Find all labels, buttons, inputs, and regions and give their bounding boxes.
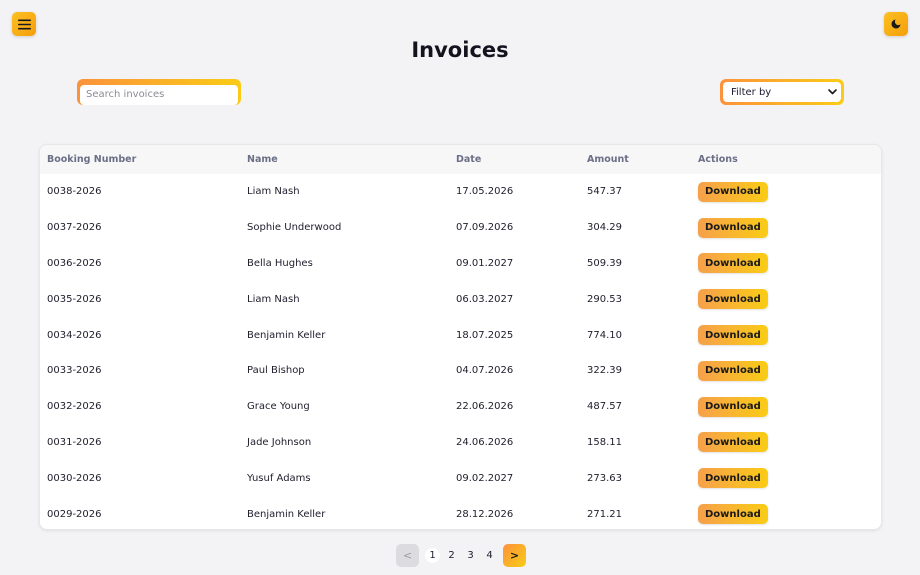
name-cell: Grace Young: [247, 401, 310, 413]
date-cell: 17.05.2026: [456, 186, 514, 198]
amount-cell: 273.63: [587, 472, 622, 484]
date-cell: 09.01.2027: [456, 257, 514, 269]
download-button[interactable]: Download: [698, 396, 768, 417]
date-cell: 18.07.2025: [456, 329, 514, 341]
booking-number-cell: 0030-2026: [47, 472, 102, 484]
date-cell: 24.06.2026: [456, 436, 514, 448]
table-row: 0036-2026 Bella Hughes 09.01.2027 509.39…: [40, 246, 881, 282]
booking-number-cell: 0032-2026: [47, 401, 102, 413]
date-cell: 28.12.2026: [456, 508, 514, 520]
name-cell: Paul Bishop: [247, 365, 305, 377]
name-cell: Liam Nash: [247, 186, 300, 198]
chevron-down-icon: [828, 89, 837, 95]
amount-cell: 290.53: [587, 293, 622, 305]
next-page-button[interactable]: >: [503, 543, 526, 567]
header-actions: Actions: [698, 154, 738, 165]
menu-button[interactable]: [12, 12, 36, 36]
date-cell: 07.09.2026: [456, 222, 514, 234]
table-row: 0032-2026 Grace Young 22.06.2026 487.57 …: [40, 389, 881, 425]
table-header: Booking Number Name Date Amount Actions: [40, 145, 881, 174]
table-row: 0029-2026 Benjamin Keller 28.12.2026 271…: [40, 496, 881, 529]
header-amount[interactable]: Amount: [587, 145, 629, 174]
download-button[interactable]: Download: [698, 181, 768, 202]
invoices-table: Booking Number Name Date Amount Actions …: [39, 144, 882, 530]
amount-cell: 774.10: [587, 329, 622, 341]
booking-number-cell: 0033-2026: [47, 365, 102, 377]
download-button[interactable]: Download: [698, 253, 768, 274]
header-date[interactable]: Date: [456, 145, 481, 174]
search-input[interactable]: [80, 84, 238, 105]
download-button[interactable]: Download: [698, 504, 768, 525]
amount-cell: 158.11: [587, 436, 622, 448]
download-button[interactable]: Download: [698, 468, 768, 489]
name-cell: Liam Nash: [247, 293, 300, 305]
download-button[interactable]: Download: [698, 432, 768, 453]
booking-number-cell: 0031-2026: [47, 436, 102, 448]
table-row: 0033-2026 Paul Bishop 04.07.2026 322.39 …: [40, 353, 881, 389]
prev-page-button[interactable]: <: [396, 543, 419, 567]
name-cell: Sophie Underwood: [247, 222, 342, 234]
page-button-2[interactable]: 2: [444, 548, 459, 563]
download-button[interactable]: Download: [698, 217, 768, 238]
amount-cell: 304.29: [587, 222, 622, 234]
filter-select-wrapper: Filter by: [720, 79, 844, 105]
pagination: < 1 2 3 4 >: [396, 543, 526, 567]
download-button[interactable]: Download: [698, 289, 768, 310]
hamburger-icon: [17, 19, 31, 29]
theme-toggle-button[interactable]: [884, 12, 908, 36]
page-button-4[interactable]: 4: [482, 548, 497, 563]
table-row: 0035-2026 Liam Nash 06.03.2027 290.53 Do…: [40, 281, 881, 317]
table-row: 0037-2026 Sophie Underwood 07.09.2026 30…: [40, 210, 881, 246]
search-field-wrapper: [77, 79, 241, 105]
date-cell: 09.02.2027: [456, 472, 514, 484]
name-cell: Jade Johnson: [247, 436, 312, 448]
name-cell: Bella Hughes: [247, 257, 313, 269]
header-booking-number[interactable]: Booking Number: [47, 145, 136, 174]
filter-select-label: Filter by: [731, 86, 772, 98]
date-cell: 04.07.2026: [456, 365, 514, 377]
amount-cell: 509.39: [587, 257, 622, 269]
booking-number-cell: 0038-2026: [47, 186, 102, 198]
booking-number-cell: 0037-2026: [47, 222, 102, 234]
booking-number-cell: 0029-2026: [47, 508, 102, 520]
booking-number-cell: 0035-2026: [47, 293, 102, 305]
amount-cell: 487.57: [587, 401, 622, 413]
booking-number-cell: 0034-2026: [47, 329, 102, 341]
amount-cell: 271.21: [587, 508, 622, 520]
page-button-1[interactable]: 1: [425, 547, 440, 563]
table-row: 0030-2026 Yusuf Adams 09.02.2027 273.63 …: [40, 460, 881, 496]
header-name[interactable]: Name: [247, 145, 278, 174]
filter-select[interactable]: Filter by: [723, 82, 841, 102]
page-title: Invoices: [411, 38, 509, 62]
page-button-3[interactable]: 3: [463, 548, 478, 563]
moon-icon: [891, 19, 901, 29]
download-button[interactable]: Download: [698, 325, 768, 346]
table-row: 0034-2026 Benjamin Keller 18.07.2025 774…: [40, 317, 881, 353]
name-cell: Yusuf Adams: [247, 472, 311, 484]
table-row: 0038-2026 Liam Nash 17.05.2026 547.37 Do…: [40, 174, 881, 210]
name-cell: Benjamin Keller: [247, 329, 326, 341]
amount-cell: 547.37: [587, 186, 622, 198]
amount-cell: 322.39: [587, 365, 622, 377]
date-cell: 06.03.2027: [456, 293, 514, 305]
booking-number-cell: 0036-2026: [47, 257, 102, 269]
table-row: 0031-2026 Jade Johnson 24.06.2026 158.11…: [40, 425, 881, 461]
date-cell: 22.06.2026: [456, 401, 514, 413]
download-button[interactable]: Download: [698, 360, 768, 381]
name-cell: Benjamin Keller: [247, 508, 326, 520]
